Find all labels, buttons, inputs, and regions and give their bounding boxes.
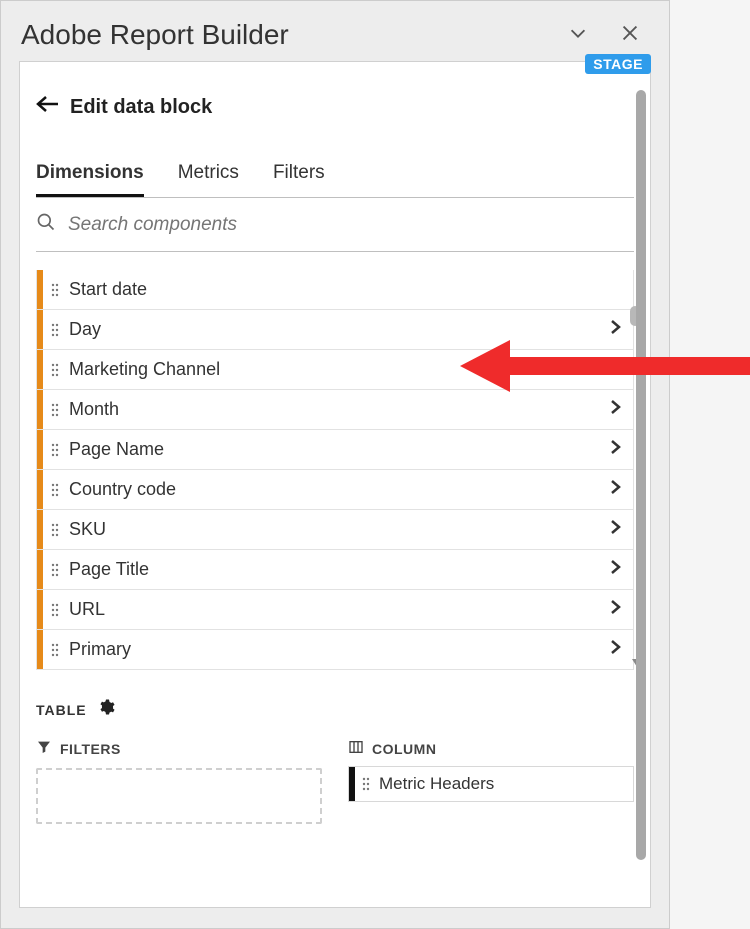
drag-handle-icon[interactable]	[43, 282, 67, 298]
drag-handle-icon[interactable]	[43, 402, 67, 418]
dimension-label: Marketing Channel	[67, 359, 605, 380]
table-section: TABLE FILTERS	[36, 698, 634, 824]
chevron-right-icon[interactable]	[605, 519, 625, 540]
panel-header: Edit data block	[36, 74, 634, 130]
close-icon[interactable]	[619, 22, 641, 49]
table-title-row: TABLE	[36, 698, 634, 721]
titlebar: Adobe Report Builder	[1, 1, 669, 61]
app-title: Adobe Report Builder	[21, 19, 289, 51]
dimension-row[interactable]: Primary	[36, 630, 634, 670]
search-row	[36, 198, 634, 252]
dimension-row[interactable]: Page Name	[36, 430, 634, 470]
dimension-label: SKU	[67, 519, 605, 540]
drag-handle-icon[interactable]	[43, 602, 67, 618]
column-entry[interactable]: Metric Headers	[348, 766, 634, 802]
dimension-label: Day	[67, 319, 605, 340]
dimension-label: URL	[67, 599, 605, 620]
chevron-right-icon[interactable]	[605, 479, 625, 500]
panel-title: Edit data block	[70, 96, 212, 119]
dimension-row[interactable]: Month	[36, 390, 634, 430]
drag-handle-icon[interactable]	[43, 562, 67, 578]
dimension-row[interactable]: Day	[36, 310, 634, 350]
filters-label: FILTERS	[60, 741, 121, 757]
dimension-row[interactable]: Country code	[36, 470, 634, 510]
search-input[interactable]	[68, 214, 634, 236]
column-header: COLUMN	[348, 739, 634, 758]
table-columns: FILTERS COLUMN	[36, 739, 634, 824]
chevron-right-icon[interactable]	[605, 399, 625, 420]
chevron-right-icon[interactable]	[605, 319, 625, 340]
drag-handle-icon[interactable]	[43, 522, 67, 538]
chevron-right-icon[interactable]	[605, 639, 625, 660]
chevron-right-icon[interactable]	[605, 439, 625, 460]
tab-filters[interactable]: Filters	[273, 154, 325, 197]
dimensions-list: Start date Day Marketing Channel Month Page …	[36, 270, 634, 670]
dimension-row[interactable]: Page Title	[36, 550, 634, 590]
tab-dimensions[interactable]: Dimensions	[36, 154, 144, 197]
filters-header: FILTERS	[36, 739, 322, 758]
gear-icon[interactable]	[97, 698, 115, 721]
dimension-label: Primary	[67, 639, 605, 660]
dimension-label: Month	[67, 399, 605, 420]
search-icon	[36, 212, 56, 237]
dimension-label: Country code	[67, 479, 605, 500]
panel-scrollbar-track[interactable]	[636, 90, 646, 897]
filters-dropzone[interactable]	[36, 768, 322, 824]
tabs: Dimensions Metrics Filters	[36, 154, 634, 198]
dimension-row[interactable]: SKU	[36, 510, 634, 550]
panel-scrollbar-thumb[interactable]	[636, 90, 646, 860]
column-label: COLUMN	[372, 741, 436, 757]
filter-icon	[36, 739, 52, 758]
dimension-row[interactable]: Marketing Channel	[36, 350, 634, 390]
dimension-label: Page Title	[67, 559, 605, 580]
collapse-icon[interactable]	[567, 22, 589, 49]
dimension-label: Page Name	[67, 439, 605, 460]
stage-badge: STAGE	[585, 54, 651, 74]
tab-metrics[interactable]: Metrics	[178, 154, 239, 197]
drag-handle-icon[interactable]	[43, 442, 67, 458]
drag-handle-icon[interactable]	[43, 482, 67, 498]
drag-handle-icon[interactable]	[43, 362, 67, 378]
panel: STAGE Edit data block Dimensions Metrics…	[19, 61, 651, 908]
column-col: COLUMN Metric Headers	[348, 739, 634, 824]
dimension-label: Start date	[67, 279, 605, 300]
dimension-row[interactable]: URL	[36, 590, 634, 630]
filters-col: FILTERS	[36, 739, 322, 824]
chevron-right-icon[interactable]	[605, 599, 625, 620]
chevron-right-icon[interactable]	[605, 359, 625, 380]
dimension-row[interactable]: Start date	[36, 270, 634, 310]
titlebar-actions	[567, 22, 649, 49]
columns-icon	[348, 739, 364, 758]
app-window: Adobe Report Builder STAGE Edit data blo…	[0, 0, 670, 929]
drag-handle-icon[interactable]	[43, 642, 67, 658]
back-arrow-icon[interactable]	[36, 94, 60, 120]
column-entry-label: Metric Headers	[377, 774, 494, 794]
chevron-right-icon[interactable]	[605, 559, 625, 580]
drag-handle-icon[interactable]	[43, 322, 67, 338]
drag-handle-icon[interactable]	[355, 776, 377, 792]
table-title: TABLE	[36, 702, 87, 718]
